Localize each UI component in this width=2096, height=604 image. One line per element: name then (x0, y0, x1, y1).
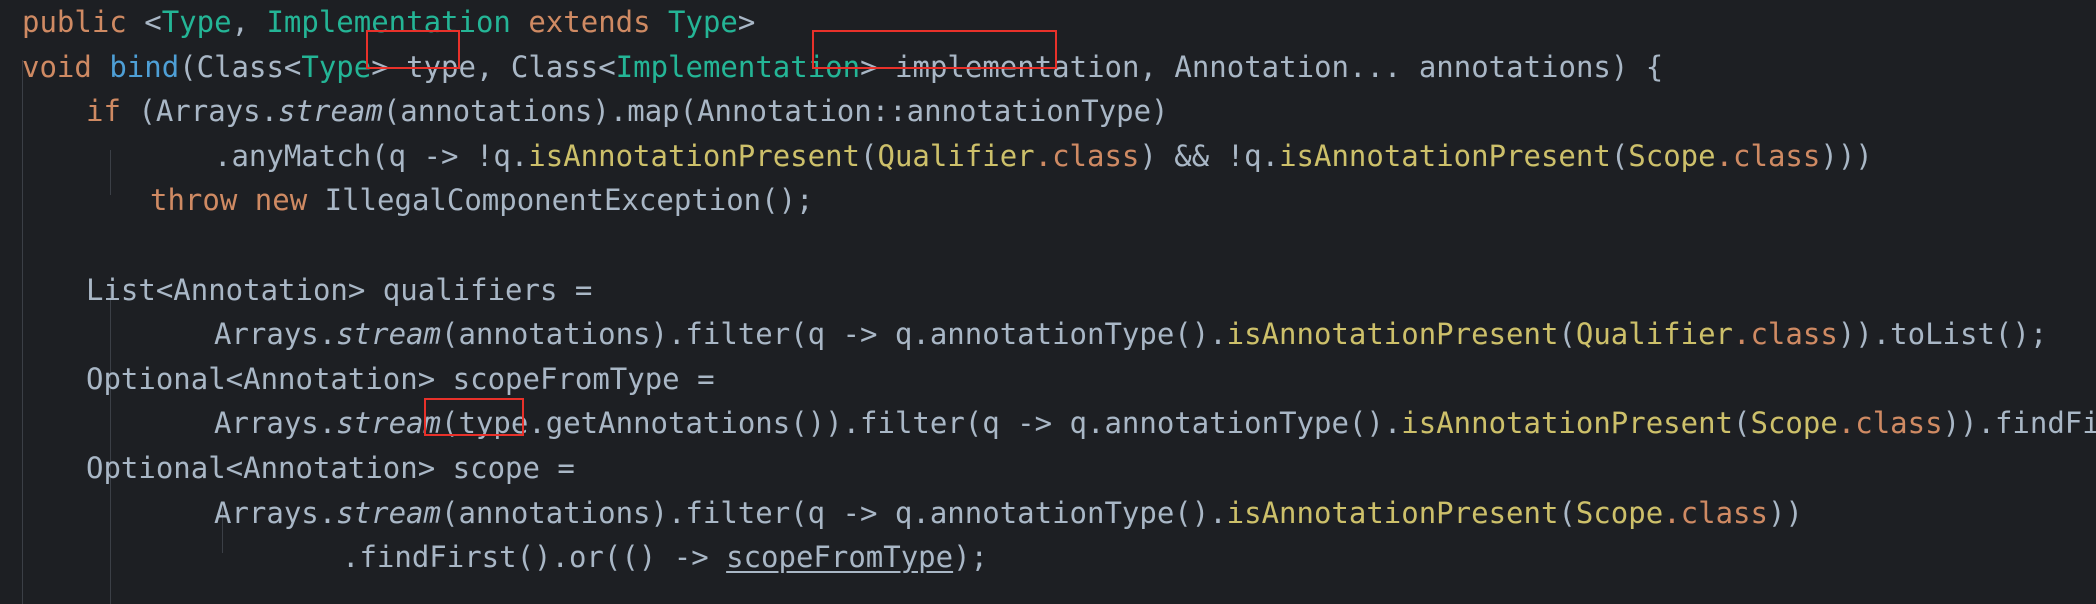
code-line-4[interactable]: .anyMatch(q -> !q.isAnnotationPresent(Qu… (0, 134, 2096, 179)
keyword-public: public (22, 5, 127, 39)
dot-class-10: .class (1837, 406, 1943, 441)
arrays-prefix-12: Arrays. (214, 495, 337, 530)
angle-close-2: > (860, 49, 896, 84)
variable-type-10: type (458, 406, 529, 441)
static-method-stream-12: stream (336, 495, 441, 530)
declaration-qualifiers: List<Annotation> qualifiers = (86, 272, 593, 307)
comma-separator: , (231, 5, 267, 39)
statement-end-13: ); (953, 540, 989, 575)
method-name-bind: bind (109, 49, 180, 84)
method-isannotationpresent-12: isAnnotationPresent (1226, 495, 1559, 530)
code-line-13[interactable]: .findFirst().or(() -> scopeFromType); (0, 535, 2096, 580)
params-open: (Class< (179, 49, 302, 84)
declaration-scope: Optional<Annotation> scope = (86, 450, 575, 485)
code-editor-screenshot: public <Type, Implementation extends Typ… (0, 0, 2096, 604)
findfirst-call-10: )).findFirst(); (1942, 406, 2096, 441)
static-method-stream-10: stream (336, 406, 441, 441)
findfirst-or-call: .findFirst().or(() -> (342, 540, 727, 575)
method-isannotationpresent-8: isAnnotationPresent (1226, 317, 1559, 352)
space-1 (237, 183, 254, 217)
arrays-prefix-10: Arrays. (214, 406, 337, 441)
dot-class-8: .class (1733, 317, 1838, 352)
annotation-qualifier: Qualifier (877, 138, 1035, 173)
angle-close-space: > (371, 49, 407, 84)
paren-open-12: ( (1558, 495, 1576, 530)
dot-class-2: .class (1715, 138, 1821, 173)
code-line-11[interactable]: Optional<Annotation> scope = (0, 446, 2096, 491)
paren-open-2: ( (1610, 138, 1629, 173)
dot-class-1: .class (1034, 138, 1140, 173)
dot-class-12: .class (1663, 495, 1768, 530)
code-line-9[interactable]: Optional<Annotation> scopeFromType = (0, 357, 2096, 402)
code-line-2[interactable]: void bind(Class<Type> type, Class<Implem… (0, 45, 2096, 90)
keyword-void: void (22, 49, 92, 84)
code-line-6-blank[interactable] (0, 223, 2096, 268)
paren-open-1: ( (860, 138, 878, 173)
generic-type-type: Type (161, 5, 232, 39)
comma-class-open: , Class< (475, 49, 616, 84)
code-line-1[interactable]: public <Type, Implementation extends Typ… (0, 0, 2096, 45)
filter-chain-10: getAnnotations()).filter(q -> q.annotati… (545, 406, 1402, 441)
arrays-prefix-8: Arrays. (214, 317, 337, 352)
parameter-implementation: implementation (895, 49, 1140, 84)
params-rest: , Annotation... annotations) { (1139, 49, 1664, 84)
filter-chain-8: (annotations).filter(q -> q.annotationTy… (440, 317, 1227, 352)
space-2 (307, 183, 324, 217)
parameter-type: type (406, 49, 476, 84)
code-line-8[interactable]: Arrays.stream(annotations).filter(q -> q… (0, 312, 2096, 357)
static-method-stream-8: stream (336, 317, 441, 352)
static-method-stream: stream (278, 94, 383, 129)
type-argument-implementation: Implementation (615, 49, 861, 84)
map-call: (annotations).map(Annotation::annotation… (382, 94, 1169, 129)
closing-parens-12: )) (1767, 495, 1803, 530)
code-line-10[interactable]: Arrays.stream(type.getAnnotations()).fil… (0, 401, 2096, 446)
annotation-scope-10: Scope (1750, 406, 1838, 441)
annotation-scope-12: Scope (1575, 495, 1664, 530)
keyword-throw: throw (150, 183, 238, 218)
annotation-qualifier-8: Qualifier (1575, 317, 1734, 352)
anymatch-call: .anyMatch(q -> !q. (214, 138, 529, 173)
code-line-12[interactable]: Arrays.stream(annotations).filter(q -> q… (0, 491, 2096, 536)
generic-type-implementation: Implementation (266, 5, 511, 39)
angle-close: > (737, 5, 756, 39)
dot-10: . (528, 406, 546, 441)
variable-scopefromtype-reference[interactable]: scopeFromType (726, 540, 953, 574)
code-line-5[interactable]: throw new IllegalComponentException(); (0, 178, 2096, 223)
code-line-3[interactable]: if (Arrays.stream(annotations).map(Annot… (0, 89, 2096, 134)
angle-open: < (126, 5, 162, 39)
method-isannotationpresent-10: isAnnotationPresent (1401, 406, 1734, 441)
paren-open-10b: ( (1733, 406, 1751, 441)
arrays-call-open: (Arrays. (120, 94, 279, 129)
tolist-call: )).toList(); (1837, 317, 2048, 352)
method-isannotationpresent-2: isAnnotationPresent (1279, 138, 1611, 173)
annotation-scope: Scope (1628, 138, 1716, 173)
generic-bound-type: Type (668, 5, 738, 39)
keyword-new: new (254, 183, 308, 218)
declaration-scopefromtype: Optional<Annotation> scopeFromType = (86, 361, 715, 396)
code-line-7[interactable]: List<Annotation> qualifiers = (0, 268, 2096, 313)
keyword-extends: extends (510, 5, 669, 39)
closing-parens: ))) (1820, 138, 1873, 173)
class-illegalcomponentexception: IllegalComponentException(); (324, 183, 814, 218)
method-isannotationpresent-1: isAnnotationPresent (528, 138, 861, 173)
keyword-if: if (86, 94, 121, 129)
paren-open-8: ( (1558, 317, 1576, 352)
logical-and: ) && !q. (1139, 138, 1280, 173)
code-content[interactable]: public <Type, Implementation extends Typ… (0, 0, 2096, 604)
type-argument-type: Type (301, 49, 372, 84)
filter-chain-12: (annotations).filter(q -> q.annotationTy… (440, 495, 1227, 530)
paren-open-10: ( (440, 406, 459, 441)
